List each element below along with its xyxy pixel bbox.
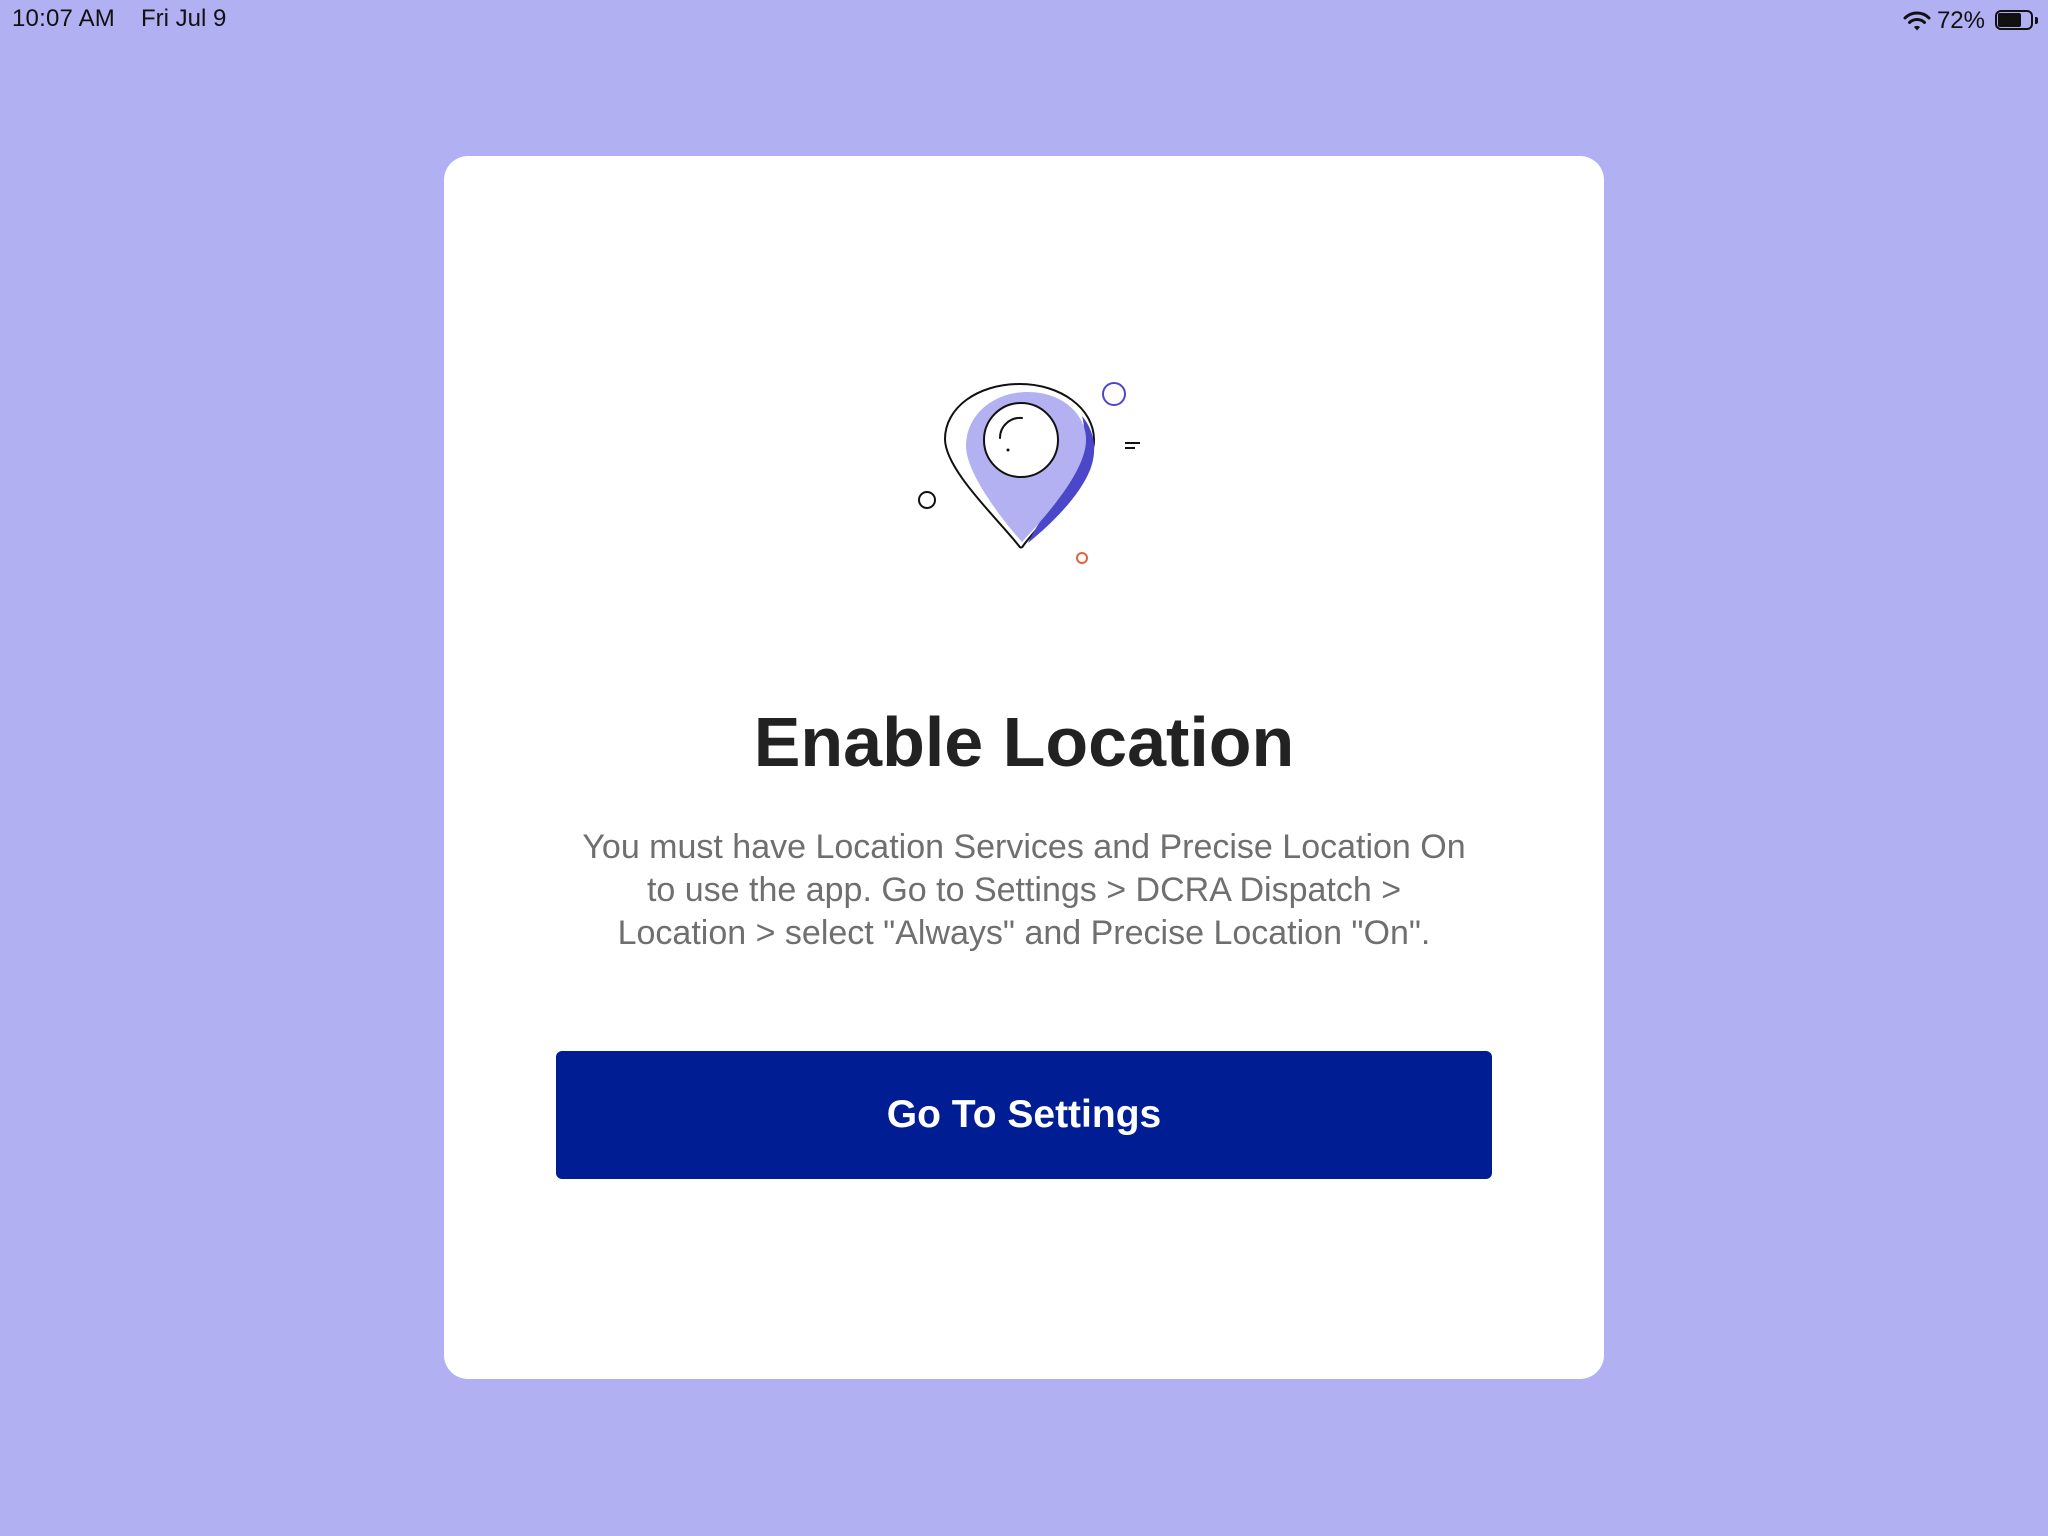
instructions-text: You must have Location Services and Prec…	[544, 826, 1504, 955]
page-title: Enable Location	[753, 703, 1295, 781]
go-to-settings-button[interactable]: Go To Settings	[556, 1051, 1492, 1179]
battery-percent: 72%	[1936, 7, 1985, 34]
location-pin-icon	[918, 382, 1140, 564]
status-indicators: 72%	[1903, 6, 2039, 36]
enable-location-card: Enable Location You must have Location S…	[444, 156, 1604, 1379]
battery-icon	[1995, 10, 2039, 32]
status-bar: 10:07 AM Fri Jul 9 72%	[0, 0, 2048, 40]
instructions-line: Location > select "Always" and Precise L…	[617, 914, 1431, 952]
status-date: Fri Jul 9	[141, 5, 227, 32]
instructions-line: to use the app. Go to Settings > DCRA Di…	[646, 871, 1402, 909]
instructions-line: You must have Location Services and Prec…	[582, 828, 1466, 866]
status-time: 10:07 AM	[12, 5, 116, 32]
wifi-icon	[1903, 10, 1931, 32]
